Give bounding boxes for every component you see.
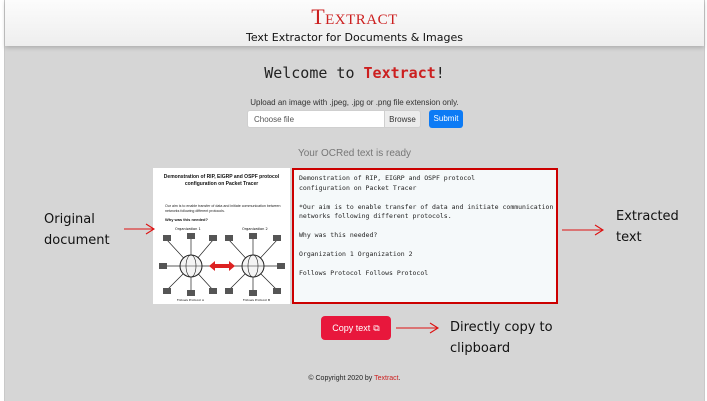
annotation-arrows <box>124 223 605 334</box>
